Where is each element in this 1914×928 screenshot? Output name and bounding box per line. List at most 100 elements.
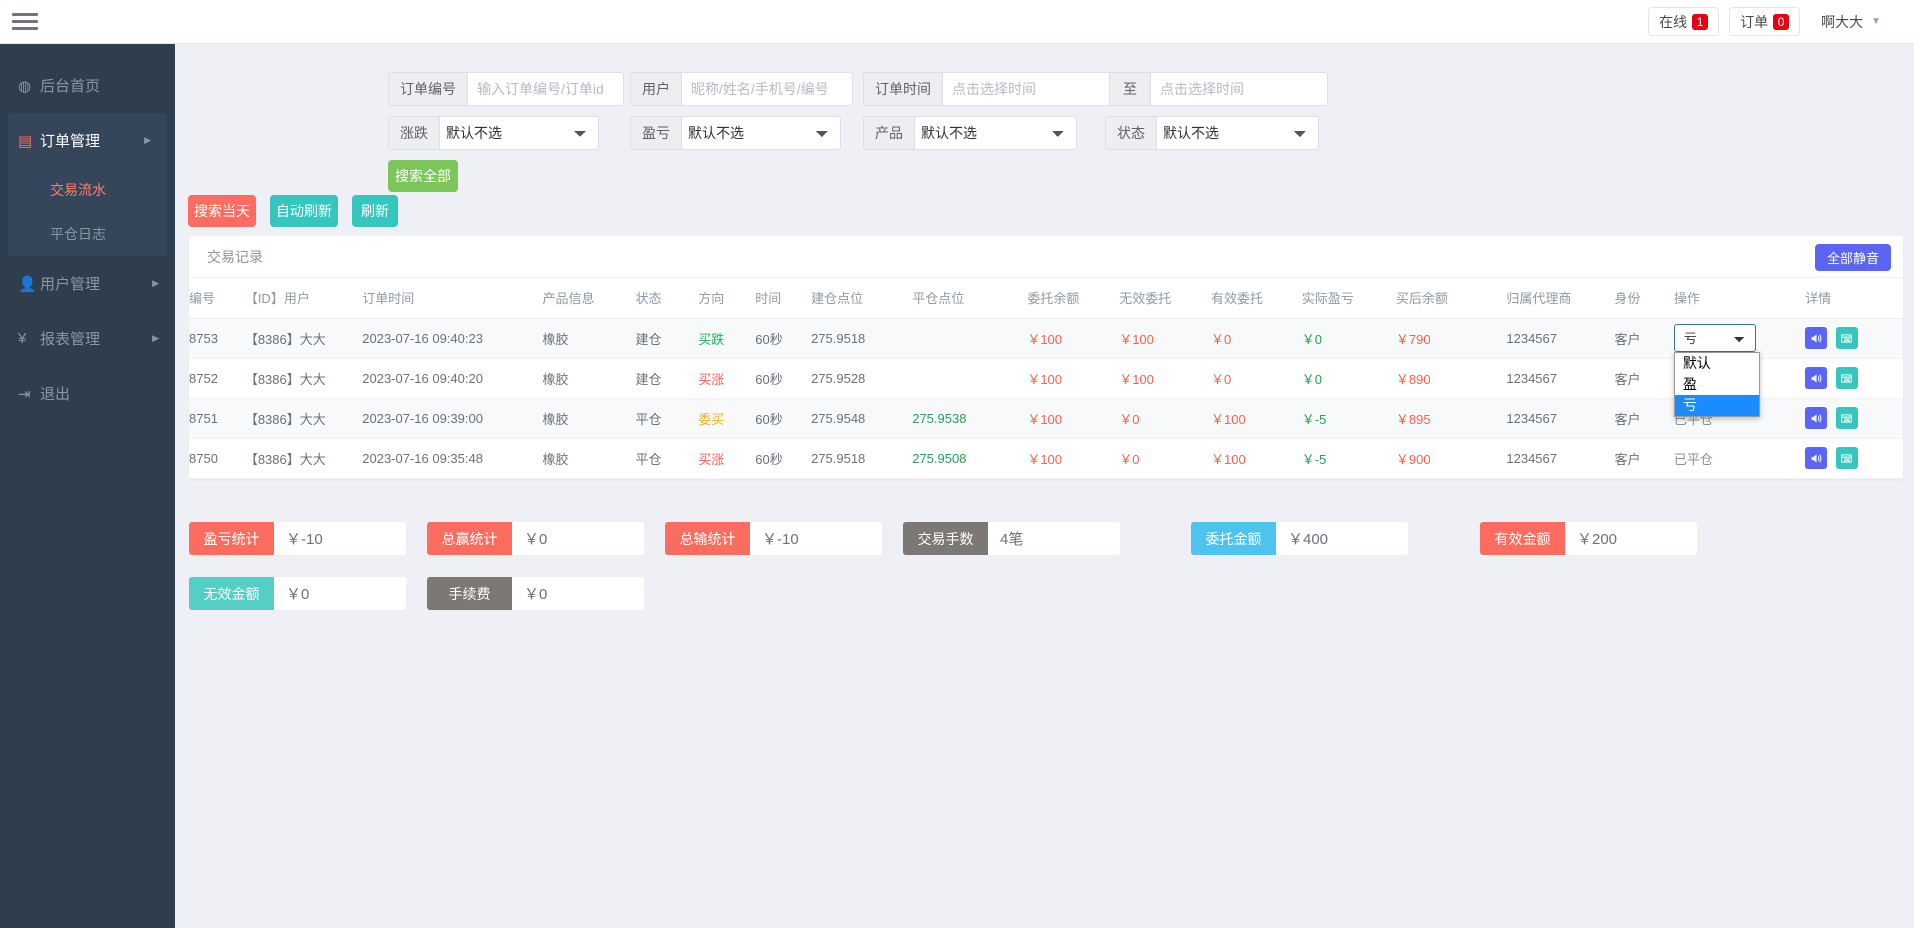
user-input[interactable] [681,72,853,106]
profit-loss-select[interactable]: 默认不选 [681,116,841,150]
th-valid-entrust: 有效委托 [1211,278,1302,318]
detail-icon[interactable] [1836,447,1858,469]
sidebar-item-close-log[interactable]: 平仓日志 [8,212,167,256]
cell-order-time: 2023-07-16 09:39:00 [362,398,542,438]
cell-invalid-entrust: ￥0 [1119,398,1211,438]
cell-direction: 委买 [698,398,755,438]
cell-duration: 60秒 [755,318,811,358]
stat-profit-loss-label: 盈亏统计 [189,522,274,555]
stat-valid-amount-label: 有效金额 [1480,522,1565,555]
filter-order-time-label: 订单时间 [863,72,942,106]
search-all-button[interactable]: 搜索全部 [388,160,458,192]
row-result-dropdown[interactable]: 默认 盈 亏 [1674,352,1760,417]
dropdown-option-loss[interactable]: 亏 [1675,395,1759,416]
stat-invalid-amount: 无效金额 ￥0 [189,577,406,610]
search-today-button[interactable]: 搜索当天 [188,195,256,227]
stat-total-win-label: 总赢统计 [427,522,512,555]
dashboard-icon: ◍ [18,77,40,95]
stat-profit-loss: 盈亏统计 ￥-10 [189,522,406,555]
cell-product: 橡胶 [542,398,635,438]
sound-icon[interactable] [1805,367,1827,389]
sound-icon[interactable] [1805,327,1827,349]
cell-detail[interactable] [1805,438,1903,478]
user-menu[interactable]: 啊大大 ▼ [1810,7,1892,36]
order-no-input[interactable] [467,72,624,106]
sound-icon[interactable] [1805,447,1827,469]
sidebar-item-trade-flow[interactable]: 交易流水 [8,168,167,212]
rise-fall-select[interactable]: 默认不选 [439,116,599,150]
th-product: 产品信息 [542,278,635,318]
product-select[interactable]: 默认不选 [914,116,1077,150]
cell-invalid-entrust: ￥100 [1119,358,1211,398]
cell-user: 【8386】大大 [245,318,362,358]
table-row[interactable]: 8753 【8386】大大 2023-07-16 09:40:23 橡胶 建仓 … [189,318,1903,358]
cell-user: 【8386】大大 [245,398,362,438]
table-row[interactable]: 8752 【8386】大大 2023-07-16 09:40:20 橡胶 建仓 … [189,358,1903,398]
detail-icon[interactable] [1836,327,1858,349]
sidebar-item-orders[interactable]: ▤ 订单管理 ▶ [8,113,167,168]
cell-detail[interactable] [1805,318,1903,358]
table-row[interactable]: 8751 【8386】大大 2023-07-16 09:39:00 橡胶 平仓 … [189,398,1903,438]
order-count-badge: 0 [1773,14,1789,30]
order-status-pill[interactable]: 订单 0 [1729,7,1800,36]
cell-valid-entrust: ￥100 [1211,398,1302,438]
detail-icon[interactable] [1836,367,1858,389]
cell-user: 【8386】大大 [245,438,362,478]
sidebar-item-logout-label: 退出 [40,383,70,404]
row-result-select[interactable]: 亏 [1674,324,1756,352]
stat-fee-label: 手续费 [427,577,512,610]
cell-duration: 60秒 [755,398,811,438]
th-role: 身份 [1615,278,1674,318]
cell-valid-entrust: ￥0 [1211,318,1302,358]
sidebar-item-home[interactable]: ◍ 后台首页 [0,58,175,113]
auto-refresh-button[interactable]: 自动刷新 [270,195,338,227]
detail-icon[interactable] [1836,407,1858,429]
order-time-end-input[interactable] [1150,72,1328,106]
cell-invalid-entrust: ￥0 [1119,438,1211,478]
cell-close-point: 275.9538 [912,398,1027,438]
sidebar-item-logout[interactable]: ⇥ 退出 [0,366,175,421]
stat-trade-lots-value: 4笔 [988,522,1120,555]
cell-direction: 买涨 [698,438,755,478]
filter-product-label: 产品 [863,116,914,150]
stat-trade-lots: 交易手数 4笔 [903,522,1120,555]
cell-entrust-balance: ￥100 [1027,438,1119,478]
mute-all-button[interactable]: 全部静音 [1815,244,1891,271]
sidebar-item-reports[interactable]: ¥ 报表管理 ▶ [0,311,175,366]
th-duration: 时间 [755,278,811,318]
cell-order-time: 2023-07-16 09:35:48 [362,438,542,478]
filter-order-time: 订单时间 至 [863,72,1328,106]
chevron-right-icon: ▶ [152,278,159,289]
cell-role: 客户 [1615,398,1674,438]
sidebar-item-users-label: 用户管理 [40,273,100,294]
th-open-point: 建仓点位 [811,278,912,318]
card-header: 交易记录 全部静音 [189,236,1903,278]
sidebar-item-close-log-label: 平仓日志 [50,224,106,244]
sidebar-item-users[interactable]: 👤 用户管理 ▶ [0,256,175,311]
filter-product: 产品 默认不选 [863,116,1077,150]
cell-balance-after: ￥790 [1396,318,1506,358]
th-balance-after: 买后余额 [1396,278,1506,318]
cell-detail[interactable] [1805,358,1903,398]
th-id: 编号 [189,278,245,318]
status-select[interactable]: 默认不选 [1156,116,1319,150]
online-status-pill[interactable]: 在线 1 [1648,7,1719,36]
dropdown-option-profit[interactable]: 盈 [1675,374,1759,395]
cell-action: 已平仓 [1674,438,1805,478]
hamburger-icon[interactable] [12,11,40,33]
stat-total-loss-label: 总输统计 [665,522,750,555]
refresh-button[interactable]: 刷新 [352,195,398,227]
card-title: 交易记录 [207,247,263,267]
stat-total-win-value: ￥0 [512,522,644,555]
order-time-start-input[interactable] [942,72,1110,106]
cell-open-point: 275.9548 [811,398,912,438]
sound-icon[interactable] [1805,407,1827,429]
cell-detail[interactable] [1805,398,1903,438]
dropdown-option-default[interactable]: 默认 [1675,353,1759,374]
cell-action[interactable]: 亏 默认 盈 亏 [1674,318,1805,358]
cell-entrust-balance: ￥100 [1027,358,1119,398]
table-row[interactable]: 8750 【8386】大大 2023-07-16 09:35:48 橡胶 平仓 … [189,438,1903,478]
th-detail: 详情 [1805,278,1903,318]
filter-profit-loss-label: 盈亏 [630,116,681,150]
stat-entrust-amount-value: ￥400 [1276,522,1408,555]
